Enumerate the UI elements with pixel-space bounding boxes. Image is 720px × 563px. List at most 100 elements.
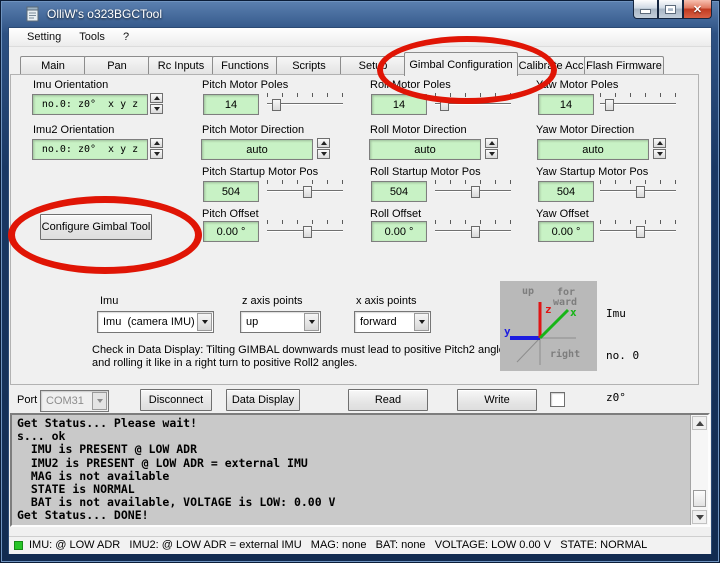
unnamed-checkbox[interactable]	[550, 392, 565, 407]
yaw-offset-label: Yaw Offset	[536, 208, 589, 220]
tab-gimbal-configuration[interactable]: Gimbal Configuration	[404, 52, 518, 76]
imu-orientation-label: Imu Orientation	[33, 79, 108, 91]
data-display-button[interactable]: Data Display	[226, 389, 300, 411]
disconnect-button[interactable]: Disconnect	[140, 389, 212, 411]
terminal-scrollbar[interactable]	[690, 415, 708, 525]
read-button[interactable]: Read	[348, 389, 428, 411]
yaw-motor-poles-field[interactable]: 14	[538, 94, 594, 115]
tab-functions[interactable]: Functions	[212, 56, 278, 74]
chevron-down-icon[interactable]	[414, 313, 429, 331]
roll-offset-field[interactable]: 0.00 °	[371, 221, 427, 242]
menu-setting[interactable]: Setting	[18, 29, 70, 45]
pitch-startup-motor-pos-slider[interactable]	[267, 180, 343, 198]
status-bar: IMU: @ LOW ADR IMU2: @ LOW ADR = externa…	[9, 536, 711, 554]
terminal-line: IMU is PRESENT @ LOW ADR	[12, 443, 708, 456]
slider-thumb[interactable]	[471, 186, 480, 198]
yaw-offset-field[interactable]: 0.00 °	[538, 221, 594, 242]
yaw-startup-motor-pos-field[interactable]: 504	[538, 181, 594, 202]
pitch-motor-poles-label: Pitch Motor Poles	[202, 79, 288, 91]
check-note-line1: Check in Data Display: Tilting GIMBAL do…	[92, 344, 513, 356]
imu-orientation-spinner[interactable]	[150, 93, 163, 114]
pitch-offset-slider[interactable]	[267, 220, 343, 238]
tab-main[interactable]: Main	[20, 56, 86, 74]
tab-setup[interactable]: Setup	[340, 56, 406, 74]
imu-select-label: Imu	[100, 295, 118, 307]
menu-tools[interactable]: Tools	[70, 29, 114, 45]
spinner-down-icon[interactable]	[150, 149, 163, 159]
yaw-motor-direction-spinner[interactable]	[653, 138, 666, 159]
spinner-up-icon[interactable]	[317, 138, 330, 148]
chevron-down-icon[interactable]	[197, 313, 212, 331]
roll-motor-poles-label: Roll Motor Poles	[370, 79, 451, 91]
status-bar-text: IMU: @ LOW ADR IMU2: @ LOW ADR = externa…	[29, 539, 647, 551]
slider-thumb[interactable]	[303, 226, 312, 238]
spinner-down-icon[interactable]	[653, 149, 666, 159]
tab-scripts[interactable]: Scripts	[276, 56, 342, 74]
yaw-motor-direction-field[interactable]: auto	[537, 139, 649, 160]
yaw-offset-slider[interactable]	[600, 220, 676, 238]
imu2-orientation-field[interactable]: no.0: z0° x y z	[32, 139, 148, 160]
check-note-line2: and rolling it like in a right turn to p…	[92, 357, 357, 369]
tab-rc-inputs[interactable]: Rc Inputs	[148, 56, 214, 74]
slider-thumb[interactable]	[440, 99, 449, 111]
spinner-up-icon[interactable]	[653, 138, 666, 148]
imu-info-line: Imu	[606, 307, 646, 321]
minimize-icon	[640, 9, 651, 14]
terminal-line: Get Status... DONE!	[12, 509, 708, 522]
pitch-motor-direction-spinner[interactable]	[317, 138, 330, 159]
z-axis-points-select[interactable]: up	[240, 311, 321, 333]
spinner-down-icon[interactable]	[150, 104, 163, 114]
spinner-up-icon[interactable]	[150, 138, 163, 148]
roll-startup-motor-pos-slider[interactable]	[435, 180, 511, 198]
port-select: COM31	[40, 390, 109, 412]
roll-startup-motor-pos-field[interactable]: 504	[371, 181, 427, 202]
chevron-down-icon[interactable]	[304, 313, 319, 331]
spinner-up-icon[interactable]	[485, 138, 498, 148]
spinner-down-icon[interactable]	[485, 149, 498, 159]
yaw-startup-motor-pos-slider[interactable]	[600, 180, 676, 198]
minimize-button[interactable]	[633, 0, 658, 19]
pitch-motor-poles-field[interactable]: 14	[203, 94, 259, 115]
yaw-motor-poles-slider[interactable]	[600, 93, 676, 111]
maximize-button[interactable]	[658, 0, 683, 19]
scrollbar-thumb[interactable]	[693, 490, 706, 507]
close-button[interactable]: ✕	[683, 0, 712, 19]
slider-thumb[interactable]	[605, 99, 614, 111]
write-button[interactable]: Write	[457, 389, 537, 411]
slider-ticks	[435, 220, 511, 224]
tab-calibrate-acc[interactable]: Calibrate Acc	[516, 56, 586, 74]
slider-thumb[interactable]	[636, 186, 645, 198]
roll-motor-direction-spinner[interactable]	[485, 138, 498, 159]
slider-thumb[interactable]	[471, 226, 480, 238]
imu2-orientation-spinner[interactable]	[150, 138, 163, 159]
roll-motor-poles-field[interactable]: 14	[371, 94, 427, 115]
status-log-terminal: Get Status... Please wait! s... ok IMU i…	[10, 413, 710, 527]
menu-help[interactable]: ?	[114, 29, 138, 45]
scroll-up-icon[interactable]	[692, 416, 707, 430]
slider-thumb[interactable]	[303, 186, 312, 198]
imu-orientation-field[interactable]: no.0: z0° x y z	[32, 94, 148, 115]
pitch-motor-poles-slider[interactable]	[267, 93, 343, 111]
x-axis-points-select[interactable]: forward	[354, 311, 431, 333]
roll-offset-slider[interactable]	[435, 220, 511, 238]
title-bar[interactable]: OlliW's o323BGCTool ✕	[0, 0, 720, 28]
tab-flash-firmware[interactable]: Flash Firmware	[584, 56, 664, 74]
spinner-down-icon[interactable]	[317, 149, 330, 159]
slider-thumb[interactable]	[636, 226, 645, 238]
tab-pan[interactable]: Pan	[84, 56, 150, 74]
pitch-offset-field[interactable]: 0.00 °	[203, 221, 259, 242]
axis-orientation-diagram: up for ward right z x y	[500, 281, 597, 371]
imu-select[interactable]: Imu (camera IMU)	[97, 311, 214, 333]
slider-ticks	[267, 220, 343, 224]
pitch-motor-direction-field[interactable]: auto	[201, 139, 313, 160]
close-icon: ✕	[693, 3, 702, 16]
spinner-up-icon[interactable]	[150, 93, 163, 103]
scroll-down-icon[interactable]	[692, 510, 707, 524]
pitch-startup-motor-pos-field[interactable]: 504	[203, 181, 259, 202]
slider-thumb[interactable]	[272, 99, 281, 111]
configure-gimbal-tool-button[interactable]: Configure Gimbal Tool	[40, 214, 152, 240]
roll-motor-poles-slider[interactable]	[435, 93, 511, 111]
pitch-startup-motor-pos-label: Pitch Startup Motor Pos	[202, 166, 318, 178]
roll-motor-direction-field[interactable]: auto	[369, 139, 481, 160]
z-axis-points-value: up	[246, 316, 258, 328]
